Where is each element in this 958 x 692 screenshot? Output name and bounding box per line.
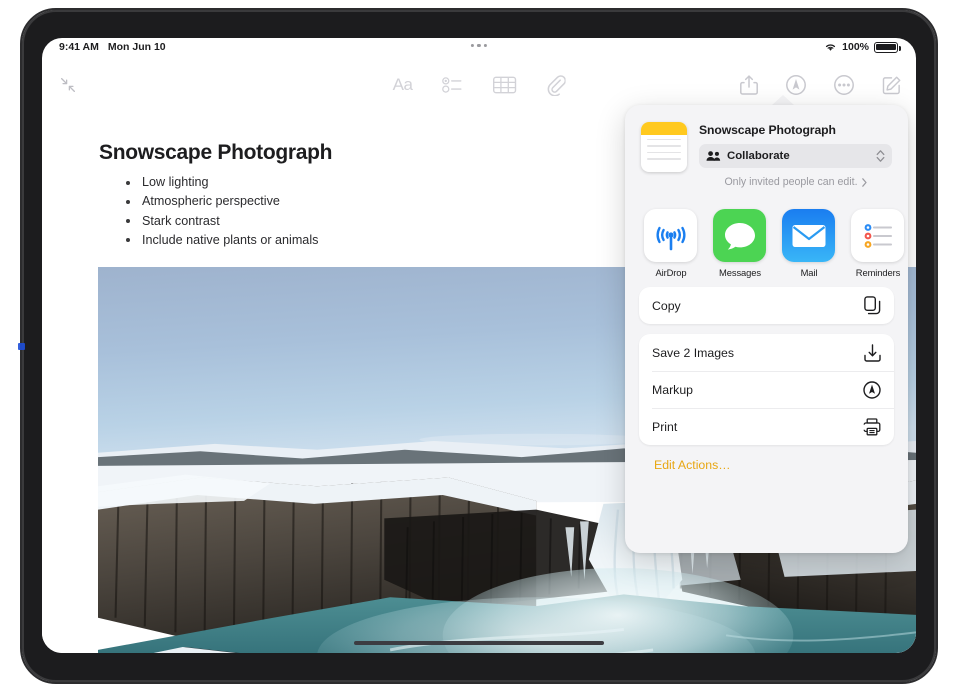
edge-marker (18, 343, 25, 350)
mail-icon (782, 209, 835, 262)
battery-percent-label: 100% (842, 41, 869, 53)
action-row-save-images[interactable]: Save 2 Images (639, 334, 894, 371)
share-sheet-header: Snowscape Photograph Collaborate (625, 105, 908, 201)
status-bar: 9:41 AM Mon Jun 10 100% (42, 38, 916, 62)
share-app-airdrop[interactable]: AirDrop (644, 209, 698, 278)
collapse-arrows-icon[interactable] (58, 75, 78, 95)
action-row-print[interactable]: Print (639, 408, 894, 445)
save-to-files-icon (861, 344, 881, 362)
share-app-reminders[interactable]: Reminders (851, 209, 905, 278)
list-item: Atmospheric perspective (124, 192, 318, 211)
action-row-markup[interactable]: Markup (639, 371, 894, 408)
status-bar-right: 100% (824, 41, 898, 53)
compose-note-icon[interactable] (881, 75, 902, 96)
share-sheet-popover: Snowscape Photograph Collaborate (625, 105, 908, 553)
attachment-paperclip-icon[interactable] (545, 74, 565, 96)
list-item: Include native plants or animals (124, 231, 318, 250)
checklist-icon[interactable] (441, 75, 463, 95)
two-people-icon (706, 150, 721, 162)
toolbar-center-group: Aa (393, 74, 566, 96)
primary-actions-card: Copy (639, 287, 894, 324)
action-label: Print (652, 420, 861, 434)
share-app-mail[interactable]: Mail (782, 209, 836, 278)
ipad-screen: 9:41 AM Mon Jun 10 100% (42, 38, 916, 653)
table-icon[interactable] (492, 75, 516, 95)
app-label: Reminders (851, 267, 905, 278)
copy-icon (861, 296, 881, 315)
format-text-icon[interactable]: Aa (393, 75, 413, 95)
wifi-icon (824, 42, 837, 52)
messages-icon (713, 209, 766, 262)
note-bullet-list: Low lighting Atmospheric perspective Sta… (124, 173, 318, 250)
reminders-icon (851, 209, 904, 262)
multitasking-dots-icon[interactable] (471, 44, 487, 47)
action-row-copy[interactable]: Copy (639, 287, 894, 324)
chevron-right-icon (862, 178, 867, 187)
edit-actions-button[interactable]: Edit Actions… (639, 455, 894, 472)
list-item: Stark contrast (124, 212, 318, 231)
share-sheet-title: Snowscape Photograph (699, 123, 892, 137)
chevron-up-down-icon (876, 149, 885, 163)
share-app-messages[interactable]: Messages (713, 209, 767, 278)
permission-note[interactable]: Only invited people can edit. (699, 176, 892, 188)
secondary-actions-card: Save 2 Images Markup (639, 334, 894, 445)
permission-note-label: Only invited people can edit. (724, 176, 857, 188)
action-label: Markup (652, 383, 861, 397)
status-date: Mon Jun 10 (108, 41, 166, 53)
battery-icon (874, 42, 898, 53)
list-item: Low lighting (124, 173, 318, 192)
collaborate-dropdown[interactable]: Collaborate (699, 144, 892, 168)
format-text-label: Aa (393, 75, 413, 94)
share-action-cards: Copy Save 2 Images (625, 287, 908, 472)
notes-document-icon (641, 122, 687, 172)
app-label: Messages (713, 267, 767, 278)
app-label: Mail (782, 267, 836, 278)
status-bar-left: 9:41 AM Mon Jun 10 (59, 41, 166, 53)
markup-pen-icon (861, 381, 881, 399)
page-title: Snowscape Photograph (99, 141, 332, 165)
ipad-device: 9:41 AM Mon Jun 10 100% (0, 0, 958, 692)
home-indicator-bar[interactable] (354, 641, 604, 646)
action-label: Copy (652, 299, 861, 313)
airdrop-icon (644, 209, 697, 262)
more-options-icon[interactable] (833, 74, 855, 96)
action-label: Save 2 Images (652, 346, 861, 360)
share-icon[interactable] (739, 74, 759, 96)
popover-caret (772, 95, 794, 105)
share-apps-row: AirDrop Messages (625, 201, 908, 287)
app-label: AirDrop (644, 267, 698, 278)
markup-pen-icon[interactable] (785, 74, 807, 96)
collaborate-label: Collaborate (727, 150, 870, 162)
toolbar-right-group (739, 74, 902, 96)
status-time: 9:41 AM (59, 41, 99, 53)
printer-icon (861, 418, 881, 436)
